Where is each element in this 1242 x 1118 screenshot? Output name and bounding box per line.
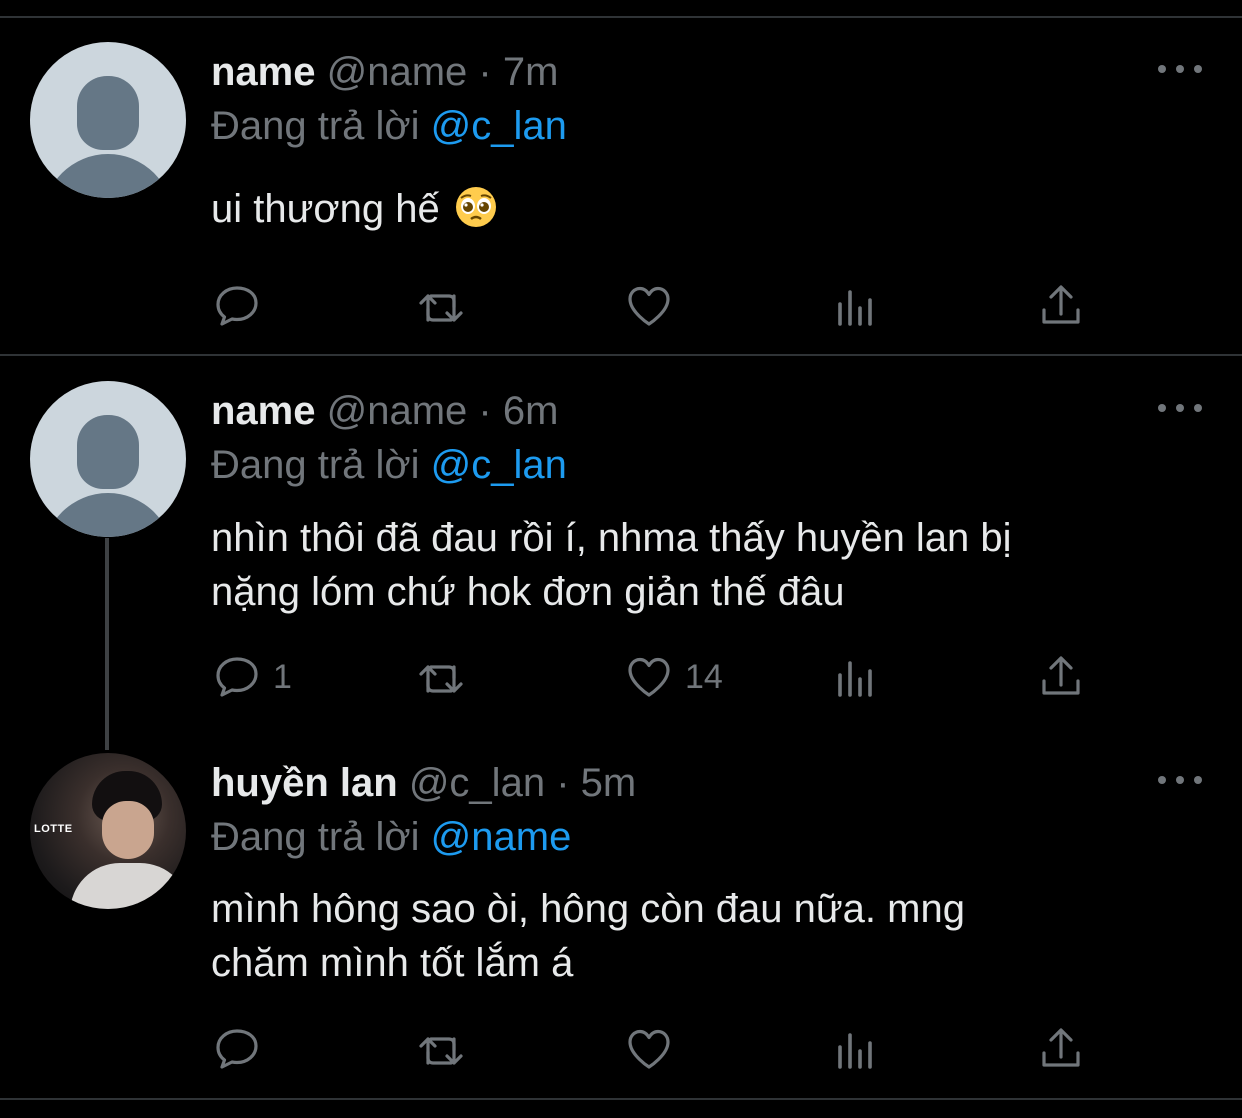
retweet-button[interactable] <box>417 1024 465 1074</box>
share-button[interactable] <box>1037 281 1085 331</box>
share-button[interactable] <box>1037 652 1085 702</box>
replying-label: Đang trả lời <box>211 104 420 148</box>
timestamp[interactable]: 7m <box>503 50 559 94</box>
analytics-icon <box>838 1033 872 1069</box>
separator-dot: · <box>478 50 492 94</box>
replying-to: Đang trả lời @c_lan <box>211 442 567 488</box>
timestamp[interactable]: 6m <box>503 389 559 433</box>
mention-link[interactable]: @name <box>431 815 572 859</box>
reply-button[interactable] <box>213 281 261 331</box>
user-handle[interactable]: @name <box>327 389 468 433</box>
retweet-button[interactable] <box>417 281 465 331</box>
analytics-icon <box>838 290 872 326</box>
tweet-text-content: ui thương hế <box>211 187 440 231</box>
tweet-text-line: mình hông sao òi, hông còn đau nữa. mng <box>211 887 965 931</box>
analytics-button[interactable] <box>831 281 879 331</box>
heart-icon <box>628 1029 670 1069</box>
analytics-button[interactable] <box>831 1024 879 1074</box>
avatar-sign-text: LOTTE <box>34 823 73 835</box>
like-button[interactable] <box>625 1024 673 1074</box>
tweet-1[interactable]: name @name · 7m Đang trả lời @c_lan ui t… <box>0 0 1242 354</box>
display-name[interactable]: name <box>211 389 316 433</box>
reply-icon <box>216 1029 258 1069</box>
tweet-text: mình hông sao òi, hông còn đau nữa. mng … <box>211 882 1211 990</box>
replying-label: Đang trả lời <box>211 815 420 859</box>
more-options-icon[interactable] <box>1158 398 1202 418</box>
display-name[interactable]: name <box>211 50 316 94</box>
tweet-header: name @name · 7m <box>211 49 558 95</box>
like-button[interactable] <box>625 281 673 331</box>
analytics-button[interactable] <box>831 652 879 702</box>
reply-button[interactable]: 1 <box>213 652 292 702</box>
tweet-actions: 1 14 <box>211 652 1091 702</box>
profile-avatar[interactable]: LOTTE <box>30 753 186 909</box>
like-button[interactable]: 14 <box>625 652 723 702</box>
reply-button[interactable] <box>213 1024 261 1074</box>
separator-dot: · <box>556 761 570 805</box>
reply-icon <box>216 286 258 326</box>
heart-icon <box>628 657 670 697</box>
replying-to: Đang trả lời @name <box>211 814 571 860</box>
display-name[interactable]: huyền lan <box>211 761 398 805</box>
retweet-icon <box>419 294 463 322</box>
bottom-divider <box>0 1098 1242 1100</box>
tweet-2[interactable]: name @name · 6m Đang trả lời @c_lan nhìn… <box>0 356 1242 736</box>
tweet-text-line: nhìn thôi đã đau rồi í, nhma thấy huyền … <box>211 516 1012 560</box>
like-count: 14 <box>685 657 723 696</box>
analytics-icon <box>838 661 872 697</box>
reply-count: 1 <box>273 657 292 696</box>
tweet-3[interactable]: LOTTE huyền lan @c_lan · 5m Đang trả lời… <box>0 736 1242 1098</box>
tweet-text-line: nặng lóm chứ hok đơn giản thế đâu <box>211 570 845 614</box>
retweet-icon <box>419 665 463 693</box>
share-icon <box>1042 656 1080 695</box>
replying-to: Đang trả lời @c_lan <box>211 103 567 149</box>
mention-link[interactable]: @c_lan <box>431 104 567 148</box>
tweet-text-line: chăm mình tốt lắm á <box>211 941 574 985</box>
tweet-header: huyền lan @c_lan · 5m <box>211 760 636 806</box>
user-handle[interactable]: @name <box>327 50 468 94</box>
share-icon <box>1042 1028 1080 1067</box>
retweet-icon <box>419 1037 463 1065</box>
more-options-icon[interactable] <box>1158 59 1202 79</box>
share-icon <box>1042 285 1080 324</box>
default-avatar[interactable] <box>30 42 186 198</box>
more-options-icon[interactable] <box>1158 770 1202 790</box>
tweet-actions <box>211 281 1091 331</box>
reply-icon <box>216 657 258 697</box>
retweet-button[interactable] <box>417 652 465 702</box>
tweet-text: nhìn thôi đã đau rồi í, nhma thấy huyền … <box>211 511 1211 619</box>
replying-label: Đang trả lời <box>211 443 420 487</box>
tweet-actions <box>211 1024 1091 1074</box>
separator-dot: · <box>478 389 492 433</box>
default-avatar[interactable] <box>30 381 186 537</box>
timestamp[interactable]: 5m <box>581 761 637 805</box>
pleading-face-icon <box>455 187 496 227</box>
tweet-text: ui thương hế <box>211 182 1211 236</box>
user-handle[interactable]: @c_lan <box>409 761 545 805</box>
thread-connector <box>105 538 109 750</box>
share-button[interactable] <box>1037 1024 1085 1074</box>
heart-icon <box>628 286 670 326</box>
tweet-header: name @name · 6m <box>211 388 558 434</box>
mention-link[interactable]: @c_lan <box>431 443 567 487</box>
